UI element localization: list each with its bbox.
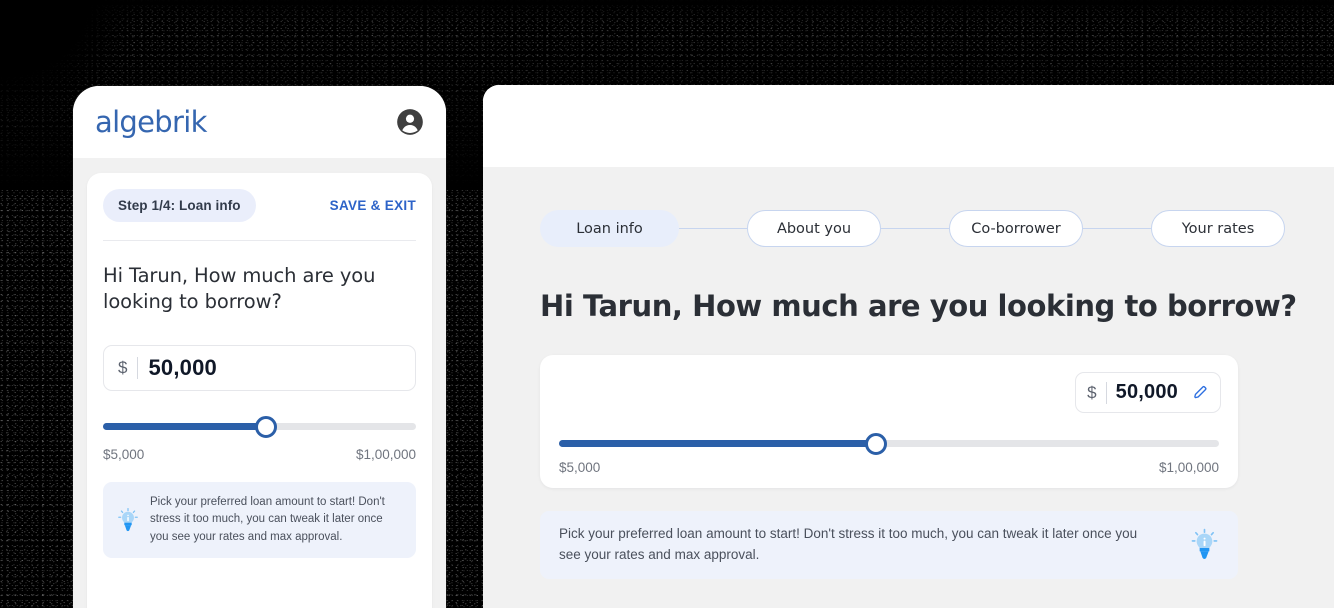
input-separator (1105, 381, 1107, 404)
step-badge: Step 1/4: Loan info (103, 189, 256, 222)
background-top-mask (0, 0, 1334, 30)
divider (103, 240, 416, 241)
loan-amount-slider[interactable] (559, 433, 1219, 455)
step-pill-loan-info[interactable]: Loan info (540, 210, 679, 247)
step-connector (1083, 228, 1151, 229)
slider-min-label: $5,000 (559, 460, 601, 475)
slider-range-labels: $5,000 $1,00,000 (103, 447, 416, 462)
lightbulb-info-icon (117, 507, 139, 533)
currency-symbol: $ (1087, 382, 1097, 402)
account-circle-icon[interactable] (396, 108, 424, 136)
desktop-content: Loan info About you Co-borrower Your rat… (483, 210, 1334, 579)
step-connector (881, 228, 949, 229)
lightbulb-info-icon (1190, 528, 1219, 561)
page-title: Hi Tarun, How much are you looking to bo… (540, 289, 1297, 323)
screenshot-stage: algebrik Step 1/4: Loan info SAVE & EXIT… (0, 0, 1334, 608)
mobile-step-card: Step 1/4: Loan info SAVE & EXIT Hi Tarun… (87, 173, 432, 608)
slider-max-label: $1,00,000 (355, 446, 416, 462)
loan-amount-value: 50,000 (148, 354, 217, 380)
mobile-device-mockup: algebrik Step 1/4: Loan info SAVE & EXIT… (73, 86, 446, 608)
step-pill-about-you[interactable]: About you (747, 210, 881, 247)
loan-amount-input[interactable]: $ 50,000 (1075, 372, 1221, 413)
mobile-app-header: algebrik (73, 86, 446, 158)
slider-fill (559, 440, 876, 447)
slider-max-label: $1,00,000 (1158, 460, 1219, 475)
page-title: Hi Tarun, How much are you looking to bo… (103, 264, 376, 313)
mobile-card-toolbar: Step 1/4: Loan info SAVE & EXIT (103, 189, 416, 222)
loan-amount-input[interactable]: $ 50,000 (103, 344, 416, 391)
step-connector (679, 228, 747, 229)
save-and-exit-button[interactable]: SAVE & EXIT (330, 198, 416, 213)
tip-banner: Pick your preferred loan amount to start… (103, 481, 416, 559)
tip-text: Pick your preferred loan amount to start… (559, 526, 1138, 562)
loan-amount-card: $ 50,000 $5,000 $1,00,000 (540, 355, 1238, 488)
slider-thumb[interactable] (864, 433, 887, 455)
pencil-edit-icon[interactable] (1187, 384, 1209, 401)
loan-amount-slider[interactable] (103, 415, 416, 438)
desktop-app-header (483, 85, 1334, 167)
loan-amount-value: 50,000 (1115, 381, 1178, 403)
slider-fill (103, 422, 266, 430)
currency-symbol: $ (118, 357, 128, 377)
step-pill-co-borrower[interactable]: Co-borrower (949, 210, 1083, 247)
slider-thumb[interactable] (254, 415, 277, 438)
input-separator (137, 356, 139, 379)
step-pill-your-rates[interactable]: Your rates (1151, 210, 1285, 247)
step-progress-nav: Loan info About you Co-borrower Your rat… (540, 210, 1334, 247)
tip-text: Pick your preferred loan amount to start… (150, 495, 385, 543)
tip-banner: Pick your preferred loan amount to start… (540, 511, 1238, 579)
slider-min-label: $5,000 (103, 446, 145, 462)
desktop-device-mockup: Loan info About you Co-borrower Your rat… (483, 85, 1334, 608)
brand-logo[interactable]: algebrik (95, 105, 207, 139)
slider-range-labels: $5,000 $1,00,000 (559, 460, 1219, 475)
